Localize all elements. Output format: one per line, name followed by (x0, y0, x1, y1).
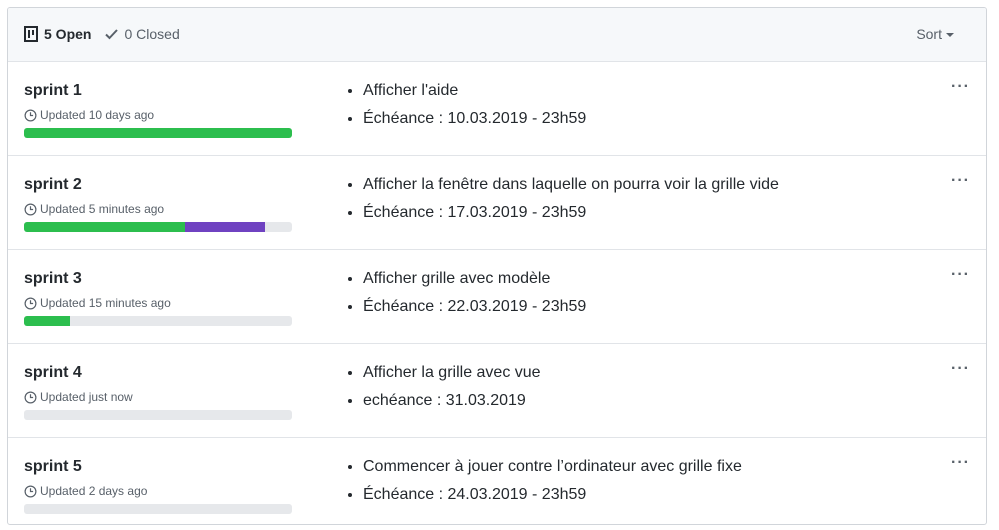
progress-done-segment (24, 222, 185, 232)
description-item: Afficher grille avec modèle (363, 265, 586, 293)
clock-icon (24, 391, 37, 403)
milestone-description: Afficher la fenêtre dans laquelle on pou… (347, 171, 779, 227)
milestone-updated: Updated 15 minutes ago (24, 296, 171, 310)
kebab-menu-icon[interactable]: ··· (951, 173, 970, 189)
milestone-row: sprint 5 Updated 2 days ago Commencer à … (8, 438, 986, 524)
milestone-description: Afficher l'aide Échéance : 10.03.2019 - … (347, 77, 586, 133)
clock-icon (24, 203, 37, 215)
milestone-title[interactable]: sprint 2 (24, 176, 82, 194)
kebab-menu-icon[interactable]: ··· (951, 455, 970, 471)
updated-text: Updated 2 days ago (40, 484, 148, 498)
open-filter[interactable]: 5 Open (24, 26, 91, 42)
project-board-icon (24, 26, 38, 42)
milestone-row: sprint 2 Updated 5 minutes ago Afficher … (8, 156, 986, 250)
progress-done-segment (24, 128, 292, 138)
progress-bar (24, 128, 292, 138)
check-icon (105, 29, 119, 40)
progress-bar (24, 316, 292, 326)
milestone-rows: sprint 1 Updated 10 days ago Afficher l'… (8, 62, 986, 524)
progress-bar (24, 504, 292, 514)
sort-label: Sort (916, 26, 942, 42)
progress-done-segment (24, 316, 70, 326)
milestone-row: sprint 1 Updated 10 days ago Afficher l'… (8, 62, 986, 156)
closed-filter[interactable]: 0 Closed (105, 26, 180, 42)
updated-text: Updated 10 days ago (40, 108, 155, 122)
milestone-updated: Updated just now (24, 390, 133, 404)
milestones-list: 5 Open 0 Closed Sort sprint 1 Updated 10… (7, 7, 987, 525)
milestone-row: sprint 4 Updated just now Afficher la gr… (8, 344, 986, 438)
kebab-menu-icon[interactable]: ··· (951, 267, 970, 283)
milestone-row: sprint 3 Updated 15 minutes ago Afficher… (8, 250, 986, 344)
description-item: Afficher la grille avec vue (363, 359, 541, 387)
progress-bar (24, 222, 292, 232)
milestone-description: Commencer à jouer contre l’ordinateur av… (347, 453, 742, 509)
closed-count-label: 0 Closed (124, 26, 180, 42)
open-count-label: 5 Open (44, 26, 92, 42)
sort-dropdown[interactable]: Sort (916, 26, 954, 42)
list-header: 5 Open 0 Closed Sort (8, 8, 986, 62)
milestone-title[interactable]: sprint 5 (24, 458, 82, 476)
progress-bar (24, 410, 292, 420)
description-item: Commencer à jouer contre l’ordinateur av… (363, 453, 742, 481)
progress-in-progress-segment (184, 222, 266, 232)
description-item: Afficher la fenêtre dans laquelle on pou… (363, 171, 779, 199)
updated-text: Updated 5 minutes ago (40, 202, 165, 216)
milestone-title[interactable]: sprint 4 (24, 364, 82, 382)
milestone-description: Afficher grille avec modèle Échéance : 2… (347, 265, 586, 321)
description-item: Échéance : 22.03.2019 - 23h59 (363, 293, 586, 321)
milestone-updated: Updated 2 days ago (24, 484, 147, 498)
clock-icon (24, 109, 37, 121)
updated-text: Updated just now (40, 390, 133, 404)
milestone-updated: Updated 5 minutes ago (24, 202, 164, 216)
description-item: Échéance : 17.03.2019 - 23h59 (363, 199, 779, 227)
description-item: Échéance : 24.03.2019 - 23h59 (363, 481, 742, 509)
milestone-updated: Updated 10 days ago (24, 108, 154, 122)
clock-icon (24, 485, 37, 497)
state-filters: 5 Open 0 Closed (24, 26, 180, 42)
description-item: Afficher l'aide (363, 77, 586, 105)
kebab-menu-icon[interactable]: ··· (951, 79, 970, 95)
kebab-menu-icon[interactable]: ··· (951, 361, 970, 377)
updated-text: Updated 15 minutes ago (40, 296, 171, 310)
milestone-title[interactable]: sprint 1 (24, 82, 82, 100)
description-item: echéance : 31.03.2019 (363, 387, 541, 415)
description-item: Échéance : 10.03.2019 - 23h59 (363, 105, 586, 133)
milestone-description: Afficher la grille avec vue echéance : 3… (347, 359, 541, 415)
caret-down-icon (946, 33, 954, 37)
milestone-title[interactable]: sprint 3 (24, 270, 82, 288)
clock-icon (24, 297, 37, 309)
